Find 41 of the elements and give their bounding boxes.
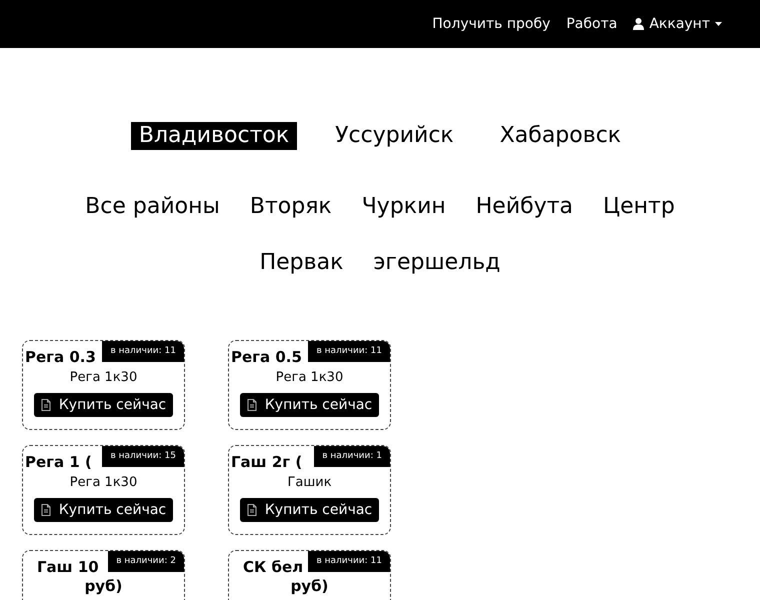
caret-icon [715,22,722,26]
stock-badge: в наличии: 1 [314,446,390,467]
document-icon [40,399,51,411]
nav-link[interactable]: Получить пробу [432,16,550,32]
stock-badge: в наличии: 11 [102,341,184,362]
product-title: Гаш 2г ( [231,452,302,472]
user-icon [633,18,644,30]
stock-badge: в наличии: 11 [308,551,390,572]
document-icon [40,504,51,516]
nav-link[interactable]: Работа [566,16,618,32]
product-title: Гаш 10 [37,557,99,577]
product-title: Рега 0.3 [25,347,96,367]
district-link[interactable]: эгершельд [373,249,500,277]
stock-badge: в наличии: 11 [308,341,390,362]
buy-button[interactable]: Купить сейчас [34,393,174,417]
product-title: руб) [290,577,328,595]
product-subtitle: Рега 1к30 [276,370,344,385]
district-link[interactable]: Все районы [85,193,220,221]
product-subtitle: Рега 1к30 [70,475,138,490]
city-tab[interactable]: Хабаровск [492,122,630,150]
stock-badge: в наличии: 15 [102,446,184,467]
document-icon [246,504,257,516]
district-link[interactable]: Чуркин [362,193,446,221]
buy-button[interactable]: Купить сейчас [240,393,380,417]
buy-button[interactable]: Купить сейчас [34,498,174,522]
document-icon [246,399,257,411]
account-menu[interactable]: Аккаунт [633,16,722,32]
city-tab[interactable]: Уссурийск [327,122,462,150]
city-tab[interactable]: Владивосток [130,122,298,150]
product-title: Рега 0.5 [231,347,302,367]
district-link[interactable]: Центр [603,193,675,221]
stock-badge: в наличии: 2 [108,551,184,572]
district-link[interactable]: Первак [260,249,344,277]
product-subtitle: Гашик [287,475,332,490]
district-link[interactable]: Нейбута [476,193,574,221]
product-title: руб) [84,577,122,595]
buy-button[interactable]: Купить сейчас [240,498,380,522]
product-subtitle: Рега 1к30 [70,370,138,385]
district-link[interactable]: Вторяк [250,193,332,221]
product-title: СК бел [243,557,304,577]
product-title: Рега 1 ( [25,452,92,472]
